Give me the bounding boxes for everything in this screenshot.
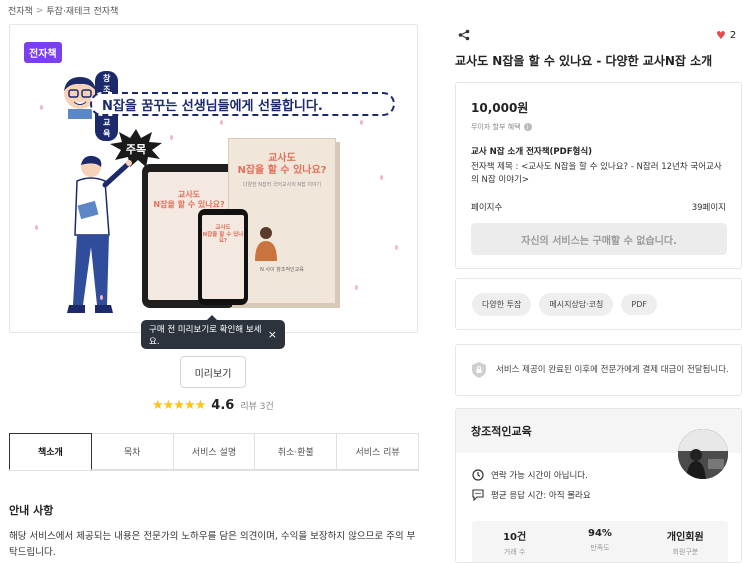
stat-value: 개인회원 xyxy=(666,532,704,543)
stat-value: 10건 xyxy=(503,532,527,543)
tab-book-intro[interactable]: 책소개 xyxy=(9,433,92,470)
info-icon[interactable]: i xyxy=(523,123,532,131)
ebook-badge: 전자책 xyxy=(24,42,62,63)
tab-service-description[interactable]: 서비스 설명 xyxy=(173,433,256,470)
stat-satisfaction: 94% 만족도 xyxy=(557,521,642,562)
breadcrumb-item-category[interactable]: 투잡·재테크 전자책 xyxy=(46,4,118,17)
seller-avatar[interactable] xyxy=(678,429,728,479)
stat-value: 94% xyxy=(588,528,612,539)
package-description: 전자책 제목 : <교사도 N잡을 할 수 있나요? - N잡러 12년차 국어… xyxy=(471,162,722,186)
star-rating-icon: ★★★★★ xyxy=(152,398,206,413)
tag-chip[interactable]: PDF xyxy=(621,293,657,315)
banner-headline: N잡을 꿈꾸는 선생님들에게 선물합니다. xyxy=(90,92,395,116)
chat-icon xyxy=(472,489,484,501)
secure-payment-notice: 서비스 제공이 완료된 이후에 전문가에게 결제 대금이 전달됩니다. xyxy=(455,344,742,396)
installment-label: 무이자 할부 혜택 xyxy=(471,123,521,131)
tag-chip[interactable]: 다양한 투잡 xyxy=(472,292,532,316)
like-button[interactable]: ♥ 2 xyxy=(716,29,736,42)
stat-label: 만족도 xyxy=(590,544,610,552)
response-text: 평균 응답 시간: 아직 몰라요 xyxy=(491,491,591,501)
product-title: 교사도 N잡을 할 수 있나요 - 다양한 교사N잡 소개 xyxy=(455,54,713,68)
response-time: 평균 응답 시간: 아직 몰라요 xyxy=(472,489,591,501)
package-title: 교사 N잡 소개 전자책(PDF형식) xyxy=(471,147,593,157)
price: 10,000원 xyxy=(471,101,529,115)
petal-decoration xyxy=(395,245,398,250)
petal-decoration xyxy=(220,120,223,125)
share-icon[interactable] xyxy=(458,29,470,41)
seller-stats: 10건 거래 수 94% 만족도 개인회원 회원구분 xyxy=(472,521,728,562)
product-thumbnail[interactable]: 전자책 창조적인 교육 N잡을 꿈꾸는 선생님들에게 선물합니다. 주목 교사도… xyxy=(9,24,418,333)
petal-decoration xyxy=(380,175,383,180)
tab-service-reviews[interactable]: 서비스 리뷰 xyxy=(337,433,419,470)
heart-icon: ♥ xyxy=(716,29,726,42)
tag-list: 다양한 투잡 메시지상담·코칭 PDF xyxy=(455,278,742,330)
review-count[interactable]: 리뷰 3건 xyxy=(240,399,273,412)
stat-label: 회원구분 xyxy=(672,548,699,556)
purchase-card: 10,000원 무이자 할부 혜택 i 교사 N잡 소개 전자책(PDF형식) … xyxy=(455,82,742,269)
shield-lock-icon xyxy=(472,362,486,378)
preview-tooltip: 구매 전 미리보기로 확인해 보세요. × xyxy=(141,315,285,349)
detail-tabs: 책소개 목차 서비스 설명 취소·환불 서비스 리뷰 xyxy=(9,433,419,471)
tag-chip[interactable]: 메시지상담·코칭 xyxy=(539,292,614,316)
phone-mockup: 교사도 N잡을 할 수 있나요? xyxy=(198,209,248,305)
page-count-value: 39페이지 xyxy=(691,203,726,214)
tooltip-text: 구매 전 미리보기로 확인해 보세요. xyxy=(149,324,262,347)
tab-toc[interactable]: 목차 xyxy=(91,433,174,470)
notice-title: 안내 사항 xyxy=(9,504,54,517)
stat-label: 거래 수 xyxy=(503,548,526,556)
stat-transactions: 10건 거래 수 xyxy=(472,521,557,562)
breadcrumb-item-ebook[interactable]: 전자책 xyxy=(8,4,33,17)
phone-cover-title: 교사도 N잡을 할 수 있나요? xyxy=(202,225,244,245)
installment-info: 무이자 할부 혜택 i xyxy=(471,122,726,132)
rating: ★★★★★ 4.6 리뷰 3건 xyxy=(152,398,274,413)
book-cover-illustration xyxy=(255,227,277,261)
contact-text: 연락 가능 시간이 아닙니다. xyxy=(491,471,588,481)
secure-notice-text: 서비스 제공이 완료된 이후에 전문가에게 결제 대금이 전달됩니다. xyxy=(496,364,729,375)
seller-card: 창조적인교육 연락 가능 시간이 아닙니다. 평균 응답 시간: 아직 몰라요 … xyxy=(455,408,742,563)
close-icon[interactable]: × xyxy=(268,328,277,341)
petal-decoration xyxy=(360,120,363,125)
tab-cancel-refund[interactable]: 취소·환불 xyxy=(255,433,338,470)
book-cover-title: 교사도 N잡을 할 수 있나요? xyxy=(237,153,327,176)
petal-decoration xyxy=(100,295,103,300)
tablet-cover-title: 교사도 N잡을 할 수 있나요? xyxy=(153,190,225,209)
page-count-label: 페이지수 xyxy=(471,203,503,214)
stat-member-type: 개인회원 회원구분 xyxy=(643,521,728,562)
book-cover-subtitle: 다양한 N잡러 국어교사의 N잡 이야기 xyxy=(242,182,322,188)
preview-button[interactable]: 미리보기 xyxy=(180,356,246,388)
rating-value: 4.6 xyxy=(211,398,235,413)
breadcrumb-separator: > xyxy=(35,5,44,16)
contact-availability: 연락 가능 시간이 아닙니다. xyxy=(472,469,588,481)
petal-decoration xyxy=(170,135,173,140)
petal-decoration xyxy=(35,225,38,230)
like-count: 2 xyxy=(729,30,737,41)
notice-body: 해당 서비스에서 제공되는 내용은 전문가의 노하우를 담은 의견이며, 수익을… xyxy=(9,531,416,558)
page-count-row: 페이지수 39페이지 xyxy=(471,201,726,213)
breadcrumb: 전자책 > 투잡·재테크 전자책 xyxy=(8,4,118,18)
petal-decoration xyxy=(40,105,43,110)
purchase-button[interactable]: 자신의 서비스는 구매할 수 없습니다. xyxy=(471,223,727,255)
seller-photo-icon xyxy=(678,429,728,479)
petal-decoration xyxy=(355,285,358,290)
clock-icon xyxy=(472,469,484,481)
